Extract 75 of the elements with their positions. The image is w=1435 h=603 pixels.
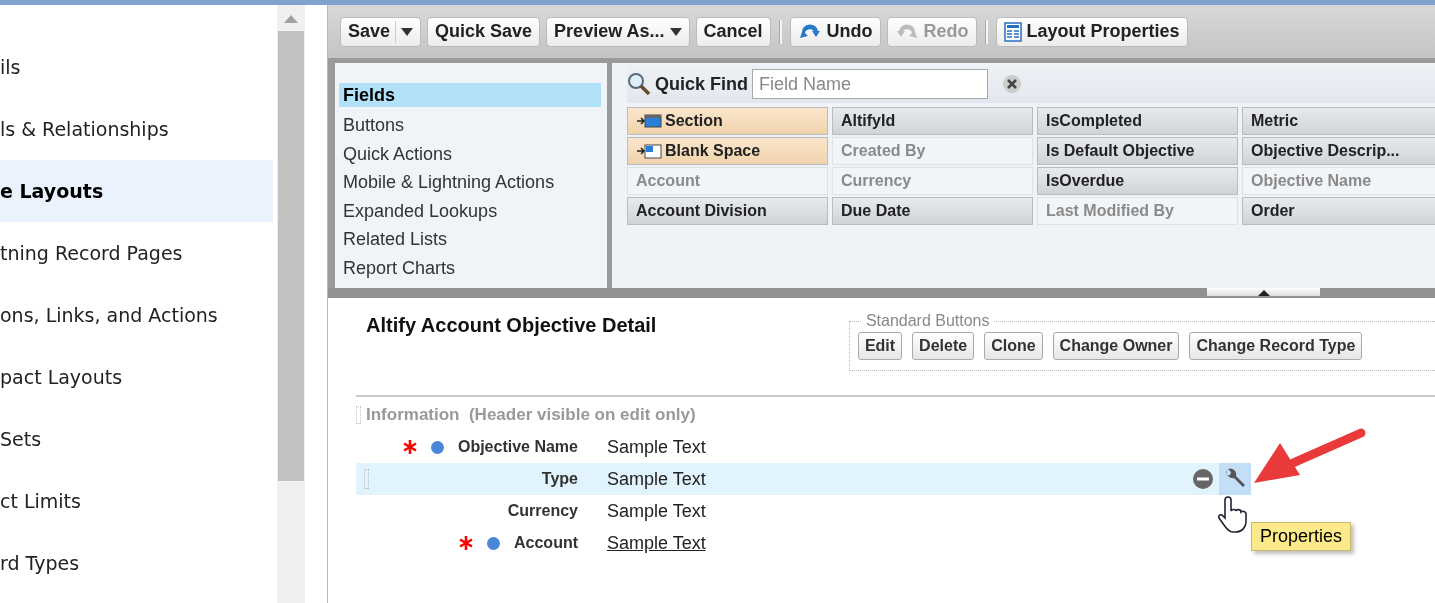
- sidebar-item[interactable]: tning Record Pages: [0, 222, 273, 284]
- field-row[interactable]: Currency Sample Text: [356, 495, 1251, 527]
- drag-handle-icon[interactable]: [363, 469, 369, 489]
- field-tile[interactable]: Due Date: [832, 197, 1033, 225]
- category-item[interactable]: Mobile & Lightning Actions: [339, 168, 601, 197]
- field-tile[interactable]: IsCompleted: [1037, 107, 1238, 135]
- toolbar-button[interactable]: Cancel: [695, 16, 771, 47]
- collapse-icon: [1257, 290, 1270, 296]
- toolbar-button[interactable]: Quick Save: [427, 16, 541, 47]
- standard-button[interactable]: Clone: [984, 332, 1043, 360]
- remove-icon[interactable]: [1192, 468, 1214, 490]
- field-row[interactable]: Objective Name Sample Text: [356, 431, 1251, 463]
- field-row[interactable]: Account Sample Text: [356, 527, 1251, 559]
- sidebar-item[interactable]: rd Types: [0, 532, 273, 594]
- toolbar-button[interactable]: Undo: [789, 16, 881, 47]
- category-item[interactable]: Related Lists: [339, 225, 601, 254]
- collapse-handle[interactable]: [1207, 288, 1320, 296]
- hand-cursor-icon: [1216, 494, 1250, 534]
- field-tile[interactable]: Is Default Objective: [1037, 137, 1238, 165]
- field-label: Account: [514, 534, 578, 552]
- field-value: Sample Text: [607, 500, 706, 522]
- layout-icon: [1003, 21, 1022, 42]
- sidebar-item[interactable]: ils: [0, 36, 273, 98]
- field-label: Currency: [507, 502, 578, 520]
- category-item[interactable]: Quick Actions: [339, 139, 601, 168]
- sidebar-item[interactable]: Sets: [0, 408, 273, 470]
- dot-icon: [430, 440, 444, 454]
- sidebar-item[interactable]: pact Layouts: [0, 346, 273, 408]
- field-tile[interactable]: Account Division: [627, 197, 828, 225]
- field-label: Type: [541, 470, 578, 488]
- field-tile[interactable]: IsOverdue: [1037, 167, 1238, 195]
- selected-field-row[interactable]: Type Sample Text: [356, 463, 1251, 495]
- standard-button[interactable]: Change Record Type: [1189, 332, 1363, 360]
- caret-icon: [669, 27, 682, 36]
- category-item[interactable]: Expanded Lookups: [339, 196, 601, 225]
- category-item[interactable]: Report Charts: [339, 253, 601, 282]
- tooltip: Properties: [1251, 522, 1352, 551]
- menu-button[interactable]: Preview As...: [546, 16, 690, 47]
- field-value: Sample Text: [607, 468, 706, 490]
- standard-button[interactable]: Edit: [857, 332, 903, 360]
- quick-find-label: Quick Find: [655, 73, 748, 95]
- field-tile[interactable]: Metric: [1242, 107, 1435, 135]
- properties-button[interactable]: [1219, 463, 1251, 495]
- scrollbar[interactable]: [277, 5, 305, 603]
- standard-button[interactable]: Change Owner: [1052, 332, 1180, 360]
- quick-find-field[interactable]: Field Name: [752, 69, 988, 99]
- section-icon: [636, 113, 662, 129]
- sidebar-item[interactable]: ons, Links, and Actions: [0, 284, 273, 346]
- layout-title: Altify Account Objective Detail: [365, 313, 658, 338]
- category-item[interactable]: Fields: [339, 83, 601, 107]
- field-value: Sample Text: [607, 436, 706, 458]
- field-label: Objective Name: [457, 438, 578, 456]
- field-tile[interactable]: Blank Space: [627, 137, 828, 165]
- toolbar-button[interactable]: Layout Properties: [995, 16, 1188, 47]
- field-value-link[interactable]: Sample Text: [607, 532, 706, 554]
- sidebar-item[interactable]: ls & Relationships: [0, 98, 273, 160]
- dot-icon: [487, 536, 500, 550]
- section-header: Information (Header visible on edit only): [366, 405, 696, 425]
- sidebar-item[interactable]: e Layouts: [0, 160, 273, 222]
- field-tile[interactable]: Objective Descrip...: [1242, 137, 1435, 165]
- field-tile[interactable]: Section: [627, 107, 828, 135]
- blank-space-icon: [636, 143, 662, 159]
- drag-handle-icon[interactable]: [356, 406, 361, 424]
- category-item[interactable]: Buttons: [339, 111, 601, 140]
- standard-button[interactable]: Delete: [912, 332, 975, 360]
- scrollbar-thumb[interactable]: [278, 31, 304, 481]
- clear-icon[interactable]: [1002, 74, 1022, 94]
- sidebar-item[interactable]: ct Limits: [0, 470, 273, 532]
- search-icon: [627, 72, 651, 96]
- field-tile[interactable]: AltifyId: [832, 107, 1033, 135]
- scroll-up-icon[interactable]: [284, 15, 298, 23]
- group-legend: Standard Buttons: [861, 312, 994, 330]
- field-tile[interactable]: Order: [1242, 197, 1435, 225]
- save-button[interactable]: Save: [340, 16, 422, 47]
- caret-icon: [401, 27, 414, 36]
